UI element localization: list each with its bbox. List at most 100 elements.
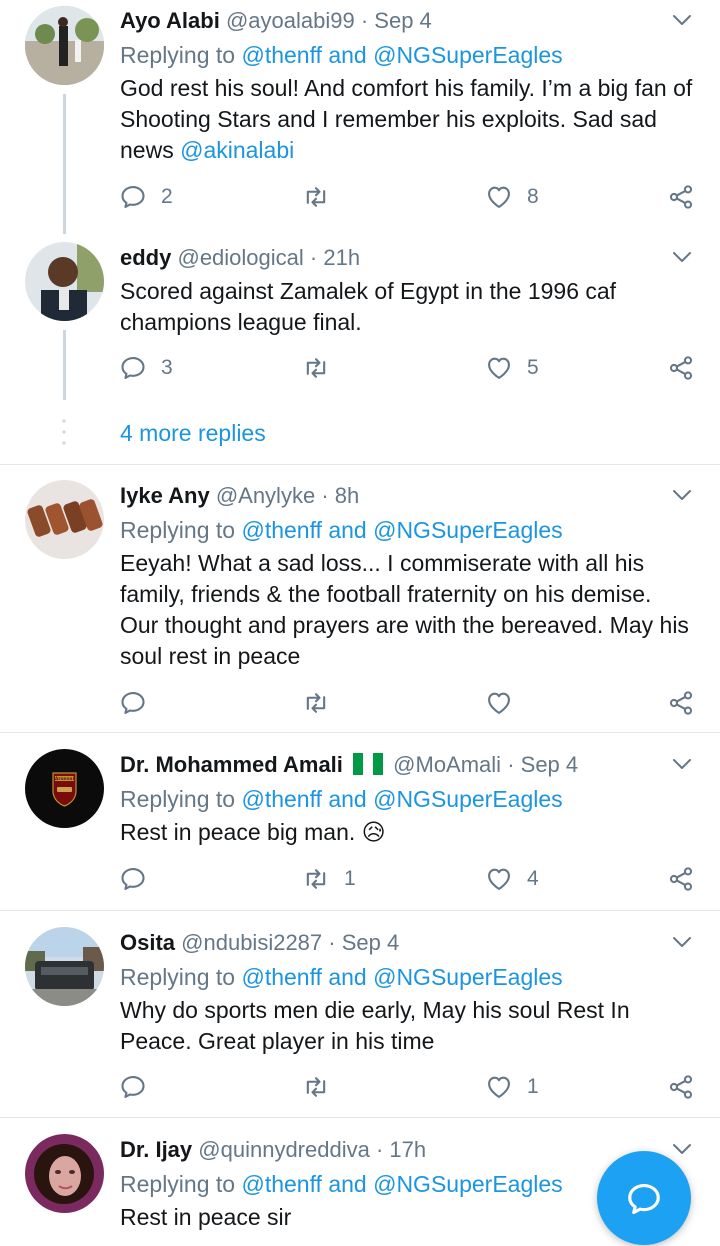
- more-replies-link[interactable]: 4 more replies: [120, 418, 266, 448]
- avatar[interactable]: [25, 242, 104, 321]
- replying-mentions[interactable]: @thenff and @NGSuperEagles: [241, 786, 562, 812]
- chevron-down-icon[interactable]: [672, 757, 692, 771]
- chevron-down-icon[interactable]: [672, 250, 692, 264]
- reply-button[interactable]: 2: [119, 177, 173, 217]
- reply-icon: [119, 354, 147, 382]
- user-handle[interactable]: @quinnydreddiva: [198, 1137, 370, 1162]
- display-name[interactable]: Dr. Ijay: [120, 1137, 192, 1162]
- divider: [0, 464, 720, 465]
- like-button[interactable]: 5: [485, 348, 539, 388]
- user-handle[interactable]: @ndubisi2287: [181, 930, 322, 955]
- thread-line: [63, 330, 66, 400]
- retweet-icon: [302, 354, 330, 382]
- chevron-down-icon[interactable]: [672, 1142, 692, 1156]
- divider: [0, 732, 720, 733]
- tweet-actions: 1: [0, 1067, 720, 1107]
- compose-reply-icon: [628, 1183, 660, 1215]
- tweet-header: eddy @ediological · 21h: [120, 240, 360, 276]
- reply-button[interactable]: [119, 859, 161, 899]
- display-name[interactable]: Osita: [120, 930, 175, 955]
- replying-prefix: Replying to: [120, 517, 242, 543]
- timestamp[interactable]: 8h: [335, 483, 359, 508]
- replying-mentions[interactable]: @thenff and @NGSuperEagles: [241, 1171, 562, 1197]
- avatar[interactable]: [25, 927, 104, 1006]
- retweet-button[interactable]: [302, 683, 344, 723]
- chevron-down-icon[interactable]: [672, 13, 692, 27]
- timestamp[interactable]: Sep 4: [374, 8, 432, 33]
- avatar-label: Arsenal: [55, 776, 75, 782]
- share-icon: [667, 183, 695, 211]
- share-button[interactable]: [667, 683, 695, 723]
- tweet-actions: [0, 683, 720, 723]
- share-icon: [667, 689, 695, 717]
- separator-dot: ·: [328, 930, 336, 955]
- user-handle[interactable]: @MoAmali: [393, 752, 501, 777]
- replying-to: Replying to @thenff and @NGSuperEagles: [120, 961, 563, 993]
- user-handle[interactable]: @ayoalabi99: [226, 8, 355, 33]
- timestamp[interactable]: Sep 4: [521, 752, 579, 777]
- share-button[interactable]: [667, 1067, 695, 1107]
- reply-icon: [119, 689, 147, 717]
- mention-link[interactable]: @akinalabi: [180, 137, 294, 163]
- replying-prefix: Replying to: [120, 1171, 242, 1197]
- replying-to: Replying to @thenff and @NGSuperEagles: [120, 514, 563, 546]
- user-handle[interactable]: @Anylyke: [216, 483, 315, 508]
- display-name[interactable]: eddy: [120, 245, 171, 270]
- like-button[interactable]: 8: [485, 177, 539, 217]
- display-name[interactable]: Iyke Any: [120, 483, 210, 508]
- like-button[interactable]: 4: [485, 859, 539, 899]
- share-button[interactable]: [667, 859, 695, 899]
- tweet-actions: 3 5: [0, 348, 720, 388]
- replying-prefix: Replying to: [120, 42, 242, 68]
- replying-mentions[interactable]: @thenff and @NGSuperEagles: [241, 964, 562, 990]
- sad-emoji: 😥: [361, 819, 386, 845]
- retweet-icon: [302, 183, 330, 211]
- user-handle[interactable]: @ediological: [177, 245, 303, 270]
- replying-mentions[interactable]: @thenff and @NGSuperEagles: [241, 42, 562, 68]
- tweet-body: Rest in peace big man.: [120, 819, 356, 845]
- replying-prefix: Replying to: [120, 786, 242, 812]
- avatar[interactable]: [25, 1134, 104, 1213]
- avatar[interactable]: Arsenal: [25, 749, 104, 828]
- share-icon: [667, 865, 695, 893]
- separator-dot: ·: [375, 1137, 384, 1162]
- share-icon: [667, 354, 695, 382]
- tweet-text: Rest in peace big man. 😥: [120, 817, 700, 848]
- reply-count: 2: [161, 185, 173, 208]
- retweet-icon: [302, 689, 330, 717]
- chevron-down-icon[interactable]: [672, 488, 692, 502]
- replying-to: Replying to @thenff and @NGSuperEagles: [120, 1168, 563, 1200]
- retweet-button[interactable]: [302, 177, 344, 217]
- avatar[interactable]: [25, 6, 104, 85]
- avatar[interactable]: [25, 480, 104, 559]
- display-name[interactable]: Ayo Alabi: [120, 8, 220, 33]
- share-button[interactable]: [667, 348, 695, 388]
- separator-dot: ·: [360, 8, 369, 33]
- display-name[interactable]: Dr. Mohammed Amali: [120, 752, 343, 777]
- separator-dot: ·: [309, 245, 318, 270]
- replying-to: Replying to @thenff and @NGSuperEagles: [120, 39, 563, 71]
- reply-button[interactable]: [119, 1067, 161, 1107]
- reply-button[interactable]: 3: [119, 348, 173, 388]
- replying-mentions[interactable]: @thenff and @NGSuperEagles: [241, 517, 562, 543]
- compose-reply-button[interactable]: [597, 1151, 691, 1245]
- timestamp[interactable]: 21h: [323, 245, 360, 270]
- retweet-button[interactable]: 1: [302, 859, 356, 899]
- retweet-count: 1: [344, 867, 356, 890]
- reply-button[interactable]: [119, 683, 161, 723]
- like-button[interactable]: [485, 683, 527, 723]
- retweet-button[interactable]: [302, 1067, 344, 1107]
- like-icon: [485, 354, 513, 382]
- reply-icon: [119, 183, 147, 211]
- reply-icon: [119, 1073, 147, 1101]
- timestamp[interactable]: Sep 4: [342, 930, 400, 955]
- retweet-button[interactable]: [302, 348, 344, 388]
- chevron-down-icon[interactable]: [672, 935, 692, 949]
- like-button[interactable]: 1: [485, 1067, 539, 1107]
- share-button[interactable]: [667, 177, 695, 217]
- divider: [0, 910, 720, 911]
- reply-icon: [119, 865, 147, 893]
- reply-count: 3: [161, 356, 173, 379]
- replying-prefix: Replying to: [120, 964, 242, 990]
- timestamp[interactable]: 17h: [389, 1137, 426, 1162]
